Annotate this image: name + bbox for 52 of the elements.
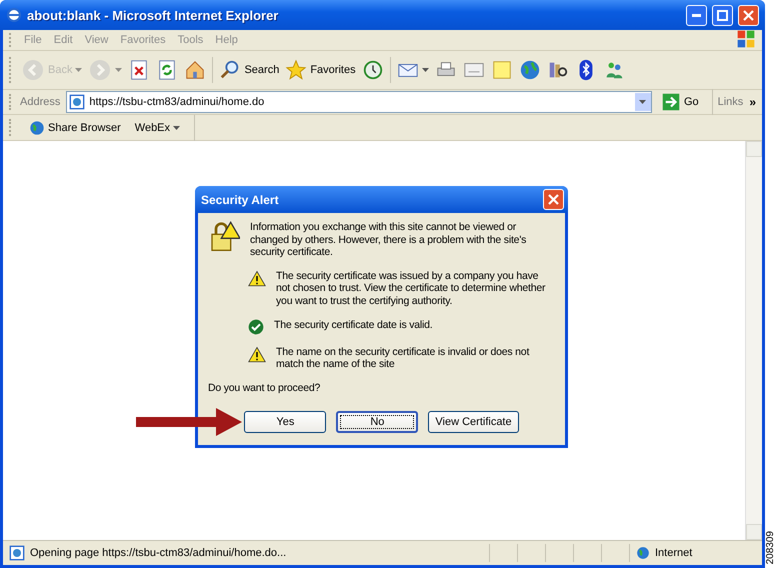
browser-icon <box>6 7 22 23</box>
scrollbar[interactable] <box>745 141 762 540</box>
check-icon <box>248 318 264 335</box>
home-icon <box>184 59 206 81</box>
globe-icon <box>636 546 650 560</box>
close-button[interactable] <box>738 4 759 26</box>
close-button[interactable] <box>543 189 564 210</box>
message-text: The security certificate date is valid. <box>274 318 433 332</box>
dropdown-caret-icon <box>173 126 180 130</box>
chevron-button[interactable]: » <box>749 95 756 109</box>
no-button[interactable]: No <box>336 411 418 434</box>
warning-icon <box>248 346 266 364</box>
maximize-button[interactable] <box>712 4 733 26</box>
dialog-title: Security Alert <box>201 192 280 206</box>
yes-button[interactable]: Yes <box>244 411 326 434</box>
address-field[interactable]: https://tsbu-ctm83/adminui/home.do <box>66 91 652 113</box>
windows-logo-icon <box>736 28 756 48</box>
dropdown-button[interactable] <box>634 93 651 111</box>
dropdown-caret-icon <box>75 68 82 72</box>
minimize-icon <box>692 14 701 16</box>
warning-icon <box>248 270 266 288</box>
note-icon <box>490 59 513 81</box>
close-icon <box>548 194 559 205</box>
star-icon <box>285 59 308 81</box>
links-label[interactable]: Links <box>718 96 748 108</box>
globe-icon <box>518 59 541 81</box>
globe-icon <box>29 120 45 136</box>
webex-menu-button[interactable]: WebEx <box>132 116 184 138</box>
question-text: Do you want to proceed? <box>208 382 322 394</box>
page-icon <box>9 545 25 561</box>
status-text: Opening page https://tsbu-ctm83/adminui/home.do... <box>30 547 288 559</box>
maximize-icon <box>717 10 728 20</box>
share-browser-button[interactable]: Share Browser <box>26 116 124 138</box>
zone-text: Internet <box>655 547 692 559</box>
favorites-button[interactable]: Favorites <box>282 54 359 86</box>
clock-icon <box>362 59 384 81</box>
view-certificate-button[interactable]: View Certificate <box>428 411 519 434</box>
page-icon <box>69 94 86 110</box>
message-text: The security certificate was issued by a company you have not chosen to trust. View the certificate to determine whether you want to trust the certifying authority. <box>276 270 546 308</box>
minimize-button[interactable] <box>686 4 707 26</box>
intro-text: Information you exchange with this site cannot be viewed or changed by others. However, there is a problem with the site's security certificate. <box>250 221 528 259</box>
window-title: about:blank - Microsoft Internet Explorer <box>27 8 280 22</box>
dropdown-caret-icon <box>115 68 122 72</box>
caret-icon <box>639 100 646 104</box>
go-button[interactable]: Go <box>654 93 707 111</box>
search-button[interactable]: Search <box>216 54 282 86</box>
figure-id: 208309 <box>765 530 777 564</box>
close-icon <box>743 10 754 20</box>
arrow-icon <box>662 93 680 111</box>
message-text: The name on the security certificate is invalid or does not match the name of the site <box>276 346 530 371</box>
address-label: Address <box>20 96 62 108</box>
dropdown-caret-icon <box>422 68 429 72</box>
